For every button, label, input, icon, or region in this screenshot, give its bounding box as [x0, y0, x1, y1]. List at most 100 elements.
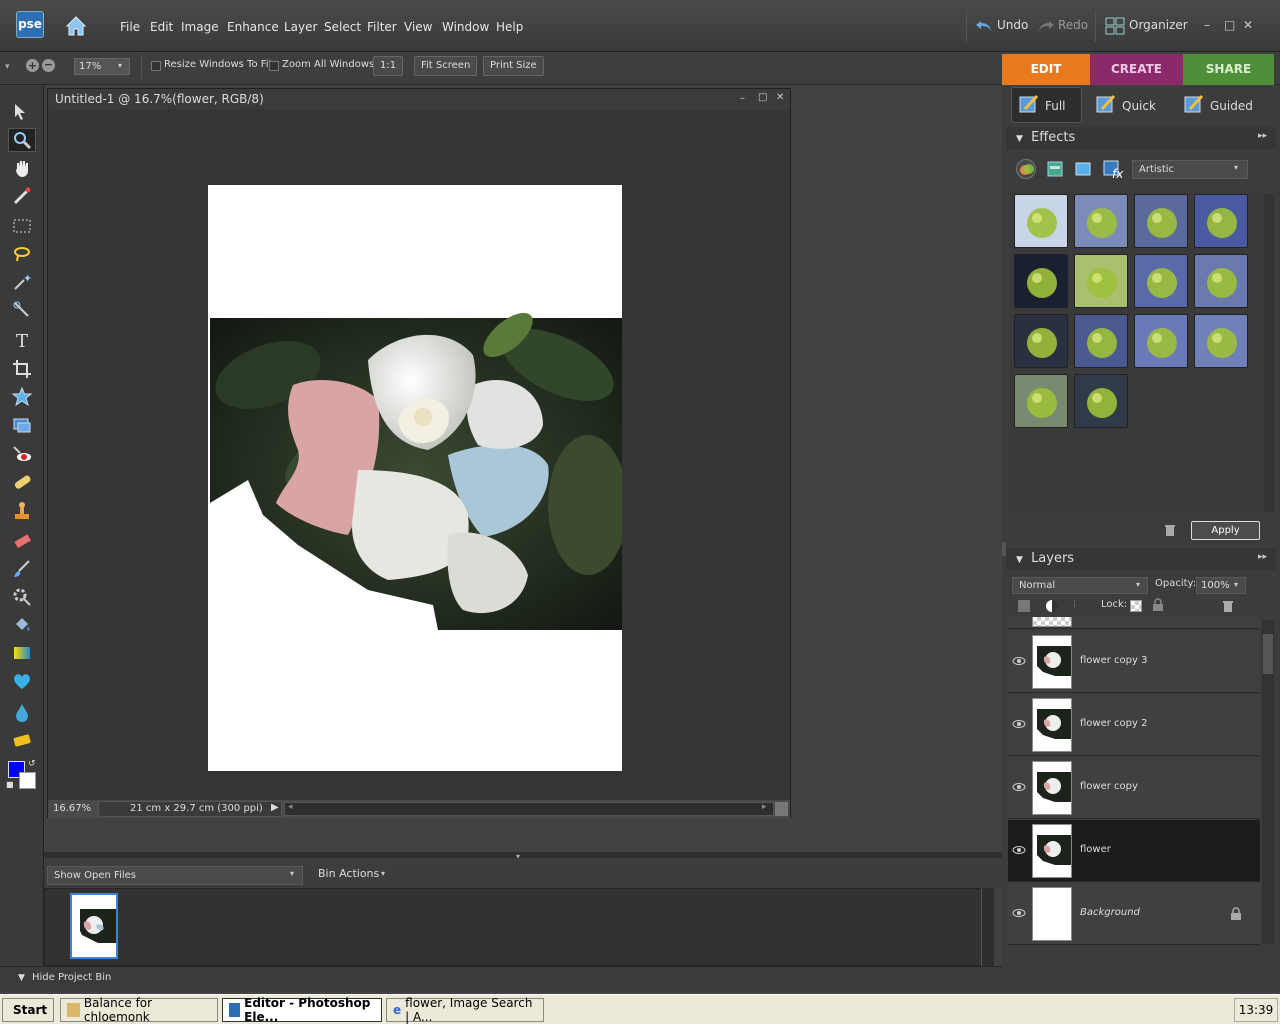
effect-thumbnail[interactable]: [1074, 314, 1128, 368]
effects-scrollbar[interactable]: [1264, 194, 1274, 512]
quick-selection-tool-icon[interactable]: [8, 298, 36, 322]
document-canvas[interactable]: [208, 185, 628, 771]
tab-edit[interactable]: EDIT: [1002, 54, 1090, 85]
layer-row[interactable]: flower copy: [1008, 757, 1260, 819]
quick-fix-icon[interactable]: [1096, 94, 1116, 114]
close-icon[interactable]: ✕: [1243, 18, 1253, 32]
horizontal-scrollbar[interactable]: [284, 802, 774, 816]
photo-effects-icon[interactable]: [1074, 160, 1092, 178]
straighten-tool-icon[interactable]: [8, 413, 36, 437]
filters-icon[interactable]: [1016, 159, 1036, 179]
hide-project-bin-button[interactable]: Hide Project Bin: [32, 972, 111, 983]
menu-layer[interactable]: Layer: [284, 20, 317, 34]
type-tool-icon[interactable]: T: [8, 329, 36, 353]
scroll-left-icon[interactable]: ◂: [288, 802, 293, 812]
menu-edit[interactable]: Edit: [150, 20, 173, 34]
layer-row[interactable]: flower copy 2: [1008, 694, 1260, 756]
smart-brush-tool-icon[interactable]: [8, 585, 36, 609]
full-edit-icon[interactable]: [1019, 94, 1039, 114]
tab-guided[interactable]: Guided: [1210, 90, 1253, 122]
blur-tool-icon[interactable]: [8, 700, 36, 724]
effect-thumbnail[interactable]: [1074, 194, 1128, 248]
tab-full[interactable]: Full: [1045, 90, 1066, 122]
trash-icon[interactable]: [1164, 524, 1176, 536]
organizer-button[interactable]: Organizer: [1129, 18, 1188, 32]
clone-stamp-tool-icon[interactable]: [8, 499, 36, 523]
adjustment-layer-icon[interactable]: [1046, 600, 1058, 612]
effect-thumbnail[interactable]: [1194, 194, 1248, 248]
layer-row[interactable]: flower copy 3: [1008, 631, 1260, 693]
cookie-cutter-tool-icon[interactable]: [8, 385, 36, 409]
zoom-out-icon[interactable]: −: [42, 59, 55, 72]
actual-pixels-button[interactable]: 1:1: [373, 56, 404, 76]
effect-thumbnail[interactable]: [1014, 194, 1068, 248]
magic-wand-tool-icon[interactable]: ✦: [8, 270, 36, 294]
resize-grip-icon[interactable]: [775, 802, 788, 816]
layer-styles-icon[interactable]: [1046, 160, 1064, 178]
effect-thumbnail[interactable]: [1194, 314, 1248, 368]
redo-button[interactable]: Redo: [1058, 18, 1088, 32]
scroll-right-icon[interactable]: ▸: [762, 802, 767, 812]
taskbar-item-editor[interactable]: Editor - Photoshop Ele...: [222, 996, 382, 1024]
effect-thumbnail[interactable]: [1074, 254, 1128, 308]
chevron-down-icon[interactable]: ▾: [290, 869, 294, 878]
chevron-down-icon[interactable]: ▾: [1234, 580, 1238, 589]
gradient-tool-icon[interactable]: [8, 641, 36, 665]
custom-shape-tool-icon[interactable]: [8, 669, 36, 693]
layer-row[interactable]: Background: [1008, 883, 1260, 945]
collapse-icon[interactable]: ▼: [1016, 134, 1023, 144]
organizer-icon[interactable]: [1105, 17, 1125, 35]
home-icon[interactable]: [64, 14, 88, 38]
panel-menu-icon[interactable]: ▸▸: [1258, 131, 1267, 141]
effects-category-select[interactable]: Artistic: [1132, 160, 1248, 179]
taskbar-item-balance[interactable]: Balance for chloemonk: [60, 996, 218, 1024]
effects-header[interactable]: ▼ Effects: [1006, 127, 1276, 149]
background-color-swatch[interactable]: [19, 772, 36, 789]
collapse-icon[interactable]: ▼: [18, 973, 25, 983]
layer-row[interactable]: flower: [1008, 820, 1260, 882]
layers-scroll-thumb[interactable]: [1263, 634, 1273, 674]
tab-quick[interactable]: Quick: [1122, 90, 1156, 122]
visibility-eye-icon[interactable]: [1012, 718, 1026, 730]
redo-icon[interactable]: [1037, 20, 1055, 32]
effect-thumbnail[interactable]: [1134, 314, 1188, 368]
move-tool-icon[interactable]: [8, 100, 36, 124]
zoom-readout[interactable]: 16.67%: [53, 803, 91, 814]
lock-all-icon[interactable]: [1152, 598, 1164, 612]
menu-image[interactable]: Image: [181, 20, 219, 34]
collapse-icon[interactable]: ▼: [1016, 555, 1023, 565]
eyedropper-tool-icon[interactable]: [8, 184, 36, 208]
sponge-tool-icon[interactable]: [8, 728, 36, 752]
menu-window[interactable]: Window: [442, 20, 489, 34]
lasso-tool-icon[interactable]: [8, 242, 36, 266]
print-size-button[interactable]: Print Size: [483, 56, 544, 76]
visibility-eye-icon[interactable]: [1012, 907, 1026, 919]
eraser-tool-icon[interactable]: [8, 529, 36, 553]
blend-mode-select[interactable]: Normal: [1012, 577, 1148, 594]
link-icon[interactable]: ⁞: [1073, 599, 1076, 610]
visibility-eye-icon[interactable]: [1012, 844, 1026, 856]
chevron-down-icon[interactable]: ▾: [118, 61, 122, 70]
undo-button[interactable]: Undo: [997, 18, 1028, 32]
effect-thumbnail[interactable]: [1074, 374, 1128, 428]
effect-thumbnail[interactable]: [1014, 254, 1068, 308]
marquee-tool-icon[interactable]: [8, 214, 36, 238]
menu-filter[interactable]: Filter: [367, 20, 397, 34]
show-all-effects-icon[interactable]: fx: [1102, 158, 1124, 181]
layers-header[interactable]: ▼ Layers: [1006, 548, 1276, 570]
tab-create[interactable]: CREATE: [1090, 54, 1183, 85]
start-button[interactable]: Start: [2, 998, 54, 1022]
healing-brush-tool-icon[interactable]: [8, 470, 36, 494]
lock-transparency-icon[interactable]: [1130, 600, 1142, 612]
apply-button[interactable]: Apply: [1191, 521, 1260, 540]
zoom-all-checkbox[interactable]: [269, 61, 279, 71]
guided-edit-icon[interactable]: [1184, 94, 1204, 114]
hand-tool-icon[interactable]: [8, 156, 36, 180]
effect-thumbnail[interactable]: [1134, 194, 1188, 248]
doc-maximize-icon[interactable]: □: [758, 92, 767, 103]
zoom-tool-icon[interactable]: [8, 128, 36, 152]
menu-file[interactable]: File: [120, 20, 140, 34]
bin-scrollbar[interactable]: [981, 888, 994, 966]
canvas-area[interactable]: [51, 111, 787, 799]
menu-help[interactable]: Help: [496, 20, 523, 34]
